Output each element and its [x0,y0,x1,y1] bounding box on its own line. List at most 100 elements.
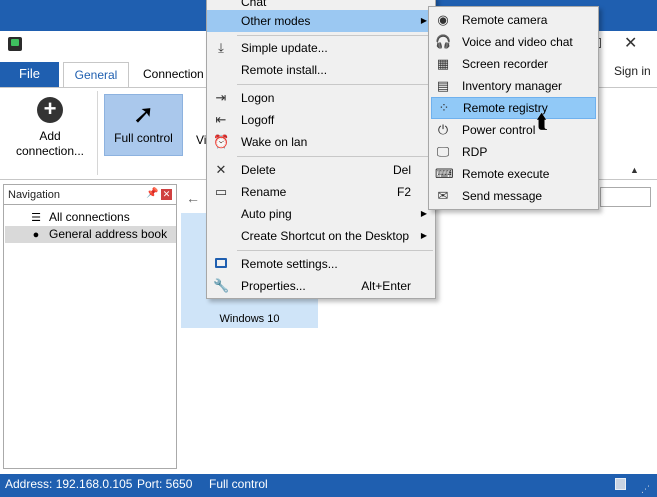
menu-item-remote-settings[interactable]: Remote settings... [207,253,435,275]
film-icon: ▦ [436,56,450,71]
menu-item-label: Remote settings... [241,257,338,271]
menu-item-shortcut: Del [392,163,411,177]
submenu-item-inventory-manager[interactable]: ▤ Inventory manager [429,75,598,97]
mouse-pointer-icon: ⮬ [536,111,548,133]
alarm-clock-icon: ⏰ [213,134,230,149]
wrench-icon: 🔧 [213,278,230,293]
menu-item-create-shortcut[interactable]: Create Shortcut on the Desktop ▶ [207,225,435,247]
cursor-icon: ➚ [132,99,155,129]
logoff-icon: ⇤ [215,112,227,127]
rename-icon: ▭ [214,184,228,199]
search-input[interactable] [600,187,651,207]
delete-x-icon: ✕ [215,162,227,177]
add-connection-button[interactable]: + Add connection... [10,95,90,159]
submenu-item-remote-camera[interactable]: ◉ Remote camera [429,9,598,31]
other-modes-submenu: ◉ Remote camera 🎧 Voice and video chat ▦… [428,6,599,210]
menu-separator [237,84,433,85]
menu-item-label: Voice and video chat [462,35,573,49]
menu-item-rename[interactable]: ▭ Rename F2 [207,181,435,203]
list-icon: ☰ [31,212,41,224]
menu-item-logoff[interactable]: ⇤ Logoff [207,109,435,131]
submenu-item-remote-execute[interactable]: ⌨ Remote execute [429,163,598,185]
submenu-arrow-icon: ▶ [420,209,427,218]
camera-icon: ◉ [437,12,449,27]
menu-item-label: Properties... [241,279,306,293]
menu-item-wake-on-lan[interactable]: ⏰ Wake on lan [207,131,435,153]
app-icon [8,37,22,51]
menu-item-other-modes[interactable]: Other modes ▶ [207,10,435,32]
sign-in-link[interactable]: Sign in [614,64,651,78]
headset-icon: 🎧 [435,34,452,49]
submenu-arrow-icon: ▶ [420,16,427,25]
bullet-icon: ● [32,229,40,241]
close-icon[interactable]: ✕ [624,33,637,53]
tile-label: Windows 10 [219,313,280,325]
menu-item-label: Remote execute [462,167,550,181]
tab-connection[interactable]: Connection [143,62,204,87]
status-mode: Full control [209,477,268,491]
view-button-partial[interactable]: Vi [196,133,206,147]
pin-icon[interactable]: 📌 [146,188,158,199]
ribbon-divider [97,91,98,175]
keyboard-icon: ⌨ [435,166,454,181]
menu-item-label: Wake on lan [241,135,308,149]
nav-item-all-connections[interactable]: ☰ All connections [5,209,176,226]
menu-item-auto-ping[interactable]: Auto ping ▶ [207,203,435,225]
menu-item-label: RDP [462,145,488,159]
status-icon [615,478,626,490]
close-pane-icon[interactable]: ✕ [161,189,172,200]
menu-separator [237,250,433,251]
add-icon: + [37,97,63,123]
menu-item-label: Screen recorder [462,57,549,71]
menu-item-label: Remote registry [463,101,548,115]
registry-icon: ⁘ [438,100,450,115]
menu-item-label: Remote install... [241,63,328,77]
menu-separator [237,35,433,36]
context-menu: Chat Other modes ▶ ⤓ Simple update... Re… [206,0,436,299]
menu-item-label: Power control [462,123,536,137]
menu-item-shortcut: Alt+Enter [361,279,411,293]
navigation-pane: Navigation 📌 ✕ ☰ All connections ● General… [3,184,177,469]
menu-item-label: Inventory manager [462,79,563,93]
inventory-icon: ▤ [436,78,450,93]
menu-item-label: Send message [462,189,543,203]
status-port: Port: 5650 [137,477,193,491]
remote-settings-icon [213,256,229,272]
menu-item-label: Simple update... [241,41,328,55]
menu-item-simple-update[interactable]: ⤓ Simple update... [207,37,435,59]
back-arrow-icon[interactable]: ← [186,190,200,206]
nav-item-label: General address book [49,227,168,241]
nav-item-general-address-book[interactable]: ● General address book [5,226,176,243]
menu-item-label: Other modes [241,14,311,28]
submenu-item-send-message[interactable]: ✉ Send message [429,185,598,207]
nav-item-label: All connections [49,210,130,224]
menu-item-label: Remote camera [462,13,548,27]
submenu-item-rdp[interactable]: 🖵 RDP [429,141,598,163]
full-control-button[interactable]: ➚ Full control [104,94,183,156]
monitor-icon: 🖵 [436,144,450,159]
menu-item-logon[interactable]: ⇥ Logon [207,87,435,109]
submenu-item-power-control[interactable]: ⏻ Power control [429,119,598,141]
menu-item-label: Auto ping [241,207,292,221]
menu-item-remote-install[interactable]: Remote install... [207,59,435,81]
menu-item-properties[interactable]: 🔧 Properties... Alt+Enter [207,275,435,297]
menu-item-label: Logoff [241,113,275,127]
menu-item-label: Rename [241,185,287,199]
menu-item-label: Delete [241,163,276,177]
add-connection-label: Add connection... [15,129,85,158]
status-address: Address: 192.168.0.105 [5,477,133,491]
menu-item-delete[interactable]: ✕ Delete Del [207,159,435,181]
submenu-item-remote-registry[interactable]: ⁘ Remote registry [431,97,596,119]
resize-grip-icon[interactable]: ⋰ [641,484,650,495]
submenu-item-screen-recorder[interactable]: ▦ Screen recorder [429,53,598,75]
logon-icon: ⇥ [215,90,227,105]
power-icon: ⏻ [437,122,449,137]
tab-file[interactable]: File [0,62,59,87]
menu-item-label: Logon [241,91,275,105]
tab-general[interactable]: General [63,62,129,88]
navigation-title: Navigation [8,189,60,201]
menu-item-label: Create Shortcut on the Desktop [241,229,410,243]
collapse-ribbon-icon[interactable]: ▲ [630,165,639,175]
submenu-arrow-icon: ▶ [420,231,427,240]
submenu-item-voice-video-chat[interactable]: 🎧 Voice and video chat [429,31,598,53]
